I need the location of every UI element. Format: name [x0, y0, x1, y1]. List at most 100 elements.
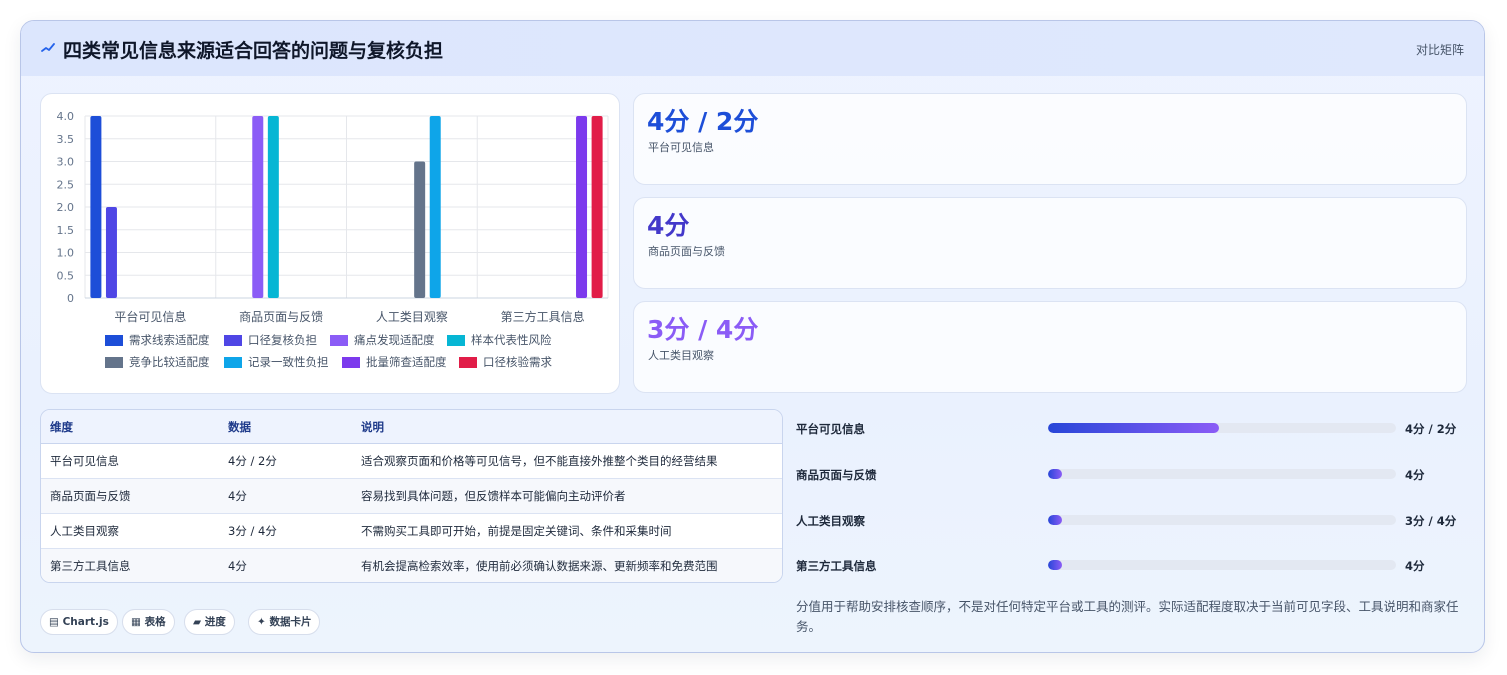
y-tick-label: 2.5 — [57, 178, 75, 191]
progress-fill — [1048, 560, 1062, 570]
progress-label: 商品页面与反馈 — [796, 468, 877, 482]
y-tick-label: 3.0 — [57, 156, 75, 169]
progress-track — [1048, 515, 1396, 525]
bar — [429, 116, 441, 298]
progress-icon: ▰ — [193, 616, 202, 628]
progress-track — [1048, 423, 1396, 433]
cell-description: 容易找到具体问题，但反馈样本可能偏向主动评价者 — [352, 478, 782, 514]
chip-chartjs[interactable]: ▤ Chart.js — [40, 609, 118, 635]
legend-label: 口径复核负担 — [248, 333, 317, 347]
card-header: 四类常见信息来源适合回答的问题与复核负担 对比矩阵 — [21, 21, 1484, 76]
table-row: 第三方工具信息 4分 有机会提高检索效率，使用前必须确认数据来源、更新频率和免费… — [41, 548, 782, 582]
legend-label: 需求线索适配度 — [129, 333, 210, 347]
progress-value: 4分 — [1405, 468, 1425, 482]
column-header: 说明 — [352, 410, 782, 444]
progress-value: 4分 — [1405, 559, 1425, 573]
stat-label: 商品页面与反馈 — [648, 245, 725, 258]
stat-label: 人工类目观察 — [648, 349, 714, 362]
stat-card-platform: 4分 / 2分 平台可见信息 — [633, 93, 1467, 185]
y-tick-label: 1.5 — [57, 224, 75, 237]
progress-value: 3分 / 4分 — [1405, 514, 1457, 528]
y-tick-label: 2.0 — [57, 201, 75, 214]
progress-fill — [1048, 515, 1062, 525]
y-tick-label: 1.0 — [57, 247, 75, 260]
footnote: 分值用于帮助安排核查顺序，不是对任何特定平台或工具的测评。实际适配程度取决于当前… — [796, 599, 1459, 634]
y-tick-label: 0 — [67, 292, 74, 305]
comparison-table: 维度 数据 说明 平台可见信息 4分 / 2分 适合观察页面和价格等可见信号，但… — [40, 409, 783, 583]
legend-swatch — [330, 335, 348, 346]
table-row: 平台可见信息 4分 / 2分 适合观察页面和价格等可见信号，但不能直接外推整个类… — [41, 443, 782, 479]
chip-table[interactable]: ▦ 表格 — [122, 609, 175, 635]
legend-swatch — [447, 335, 465, 346]
table-row: 人工类目观察 3分 / 4分 不需购买工具即可开始，前提是固定关键词、条件和采集… — [41, 513, 782, 549]
chart-icon: ▤ — [49, 616, 59, 628]
chip-label: 进度 — [204, 616, 226, 628]
x-tick-label: 第三方工具信息 — [501, 309, 585, 324]
bar — [252, 116, 264, 298]
table-icon: ▦ — [131, 616, 141, 628]
progress-value: 4分 / 2分 — [1405, 422, 1457, 436]
x-tick-label: 人工类目观察 — [376, 310, 448, 324]
header-tag: 对比矩阵 — [1415, 43, 1464, 57]
legend-swatch — [224, 357, 242, 368]
chip-data-cards[interactable]: ✦ 数据卡片 — [248, 609, 321, 635]
cell-data: 4分 — [219, 548, 352, 582]
legend-swatch — [224, 335, 242, 346]
cell-description: 适合观察页面和价格等可见信号，但不能直接外推整个类目的经营结果 — [352, 443, 782, 479]
stat-card-manual: 3分 / 4分 人工类目观察 — [633, 301, 1467, 393]
progress-track — [1048, 560, 1396, 570]
comparison-card: 四类常见信息来源适合回答的问题与复核负担 对比矩阵 0 0.5 1.0 1.5 2.0 2… — [20, 20, 1485, 653]
legend-swatch — [105, 357, 123, 368]
cell-description: 不需购买工具即可开始，前提是固定关键词、条件和采集时间 — [352, 513, 782, 549]
y-tick-label: 4.0 — [57, 110, 75, 123]
legend-swatch — [459, 357, 477, 368]
y-tick-label: 0.5 — [57, 269, 75, 282]
y-tick-label: 3.5 — [57, 133, 75, 146]
stat-label: 平台可见信息 — [648, 141, 714, 154]
progress-row-thirdparty: 第三方工具信息 4分 — [796, 556, 1484, 576]
cell-description: 有机会提高检索效率，使用前必须确认数据来源、更新频率和免费范围 — [352, 548, 782, 582]
stat-value: 3分 / 4分 — [647, 315, 759, 344]
table-header-row: 维度 数据 说明 — [41, 410, 782, 444]
chip-label: 数据卡片 — [269, 616, 312, 628]
stat-value: 4分 / 2分 — [647, 107, 759, 136]
progress-fill — [1048, 423, 1219, 433]
column-header: 维度 — [41, 410, 219, 444]
progress-row-manual: 人工类目观察 3分 / 4分 — [796, 511, 1484, 531]
legend-swatch — [342, 357, 360, 368]
cell-dimension: 人工类目观察 — [41, 513, 219, 549]
table-row: 商品页面与反馈 4分 容易找到具体问题，但反馈样本可能偏向主动评价者 — [41, 478, 782, 514]
legend-label: 口径核验需求 — [483, 355, 552, 369]
chip-label: 表格 — [144, 616, 166, 628]
cell-dimension: 商品页面与反馈 — [41, 478, 219, 514]
chip-label: Chart.js — [62, 616, 109, 628]
progress-row-product: 商品页面与反馈 4分 — [796, 465, 1484, 485]
bar — [591, 116, 603, 298]
sparkle-icon: ✦ — [257, 616, 266, 628]
bar-chart: 0 0.5 1.0 1.5 2.0 2.5 3.0 3.5 4.0 平台可见信息 商品页面与反馈 人工… — [57, 110, 609, 369]
cell-dimension: 平台可见信息 — [41, 443, 219, 479]
cell-data: 4分 / 2分 — [219, 443, 352, 479]
bar — [414, 161, 426, 298]
stat-card-product: 4分 商品页面与反馈 — [633, 197, 1467, 289]
legend-label: 竞争比较适配度 — [129, 355, 210, 369]
stat-value: 4分 — [647, 211, 690, 240]
x-tick-label: 商品页面与反馈 — [239, 309, 323, 324]
legend-label: 样本代表性风险 — [471, 333, 552, 347]
page-title: 四类常见信息来源适合回答的问题与复核负担 — [63, 40, 444, 62]
progress-label: 第三方工具信息 — [796, 559, 877, 573]
cell-dimension: 第三方工具信息 — [41, 548, 219, 582]
cell-data: 3分 / 4分 — [219, 513, 352, 549]
bar — [576, 116, 588, 298]
legend-label: 记录一致性负担 — [248, 355, 329, 369]
column-header: 数据 — [219, 410, 352, 444]
progress-track — [1048, 469, 1396, 479]
legend-label: 批量筛查适配度 — [366, 355, 447, 369]
progress-label: 人工类目观察 — [796, 514, 865, 528]
chip-progress[interactable]: ▰ 进度 — [184, 609, 235, 635]
progress-row-platform: 平台可见信息 4分 / 2分 — [796, 419, 1484, 439]
progress-label: 平台可见信息 — [796, 422, 865, 436]
bar — [90, 116, 102, 298]
legend-label: 痛点发现适配度 — [354, 333, 435, 347]
bar — [105, 207, 117, 298]
